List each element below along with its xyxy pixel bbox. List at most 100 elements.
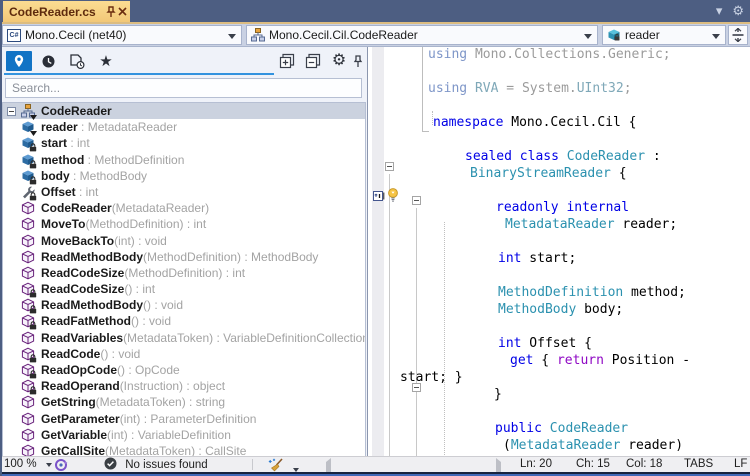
location-tab-button[interactable] — [6, 51, 32, 71]
code-line — [372, 233, 724, 250]
member-item-label: ReadOperand(Instruction) : object — [41, 378, 225, 394]
field-icon — [21, 120, 35, 134]
member-list-item[interactable]: ReadVariables(MetadataToken) : VariableD… — [3, 330, 365, 346]
zoom-control[interactable]: 100 % — [4, 457, 52, 472]
member-item-label: GetCallSite(MetadataToken) : CallSite — [41, 443, 246, 457]
member-list-item[interactable]: Offset : int — [3, 184, 365, 200]
window-menu-chevron-icon[interactable]: ▾ — [716, 0, 723, 22]
code-suggestions-icon[interactable] — [54, 458, 68, 473]
member-item-label: ReadCodeSize() : int — [41, 281, 155, 297]
member-list-item[interactable]: MoveTo(MethodDefinition) : int — [3, 216, 365, 232]
member-list-item[interactable]: start : int — [3, 135, 365, 151]
member-dropdown[interactable]: reader — [602, 25, 726, 45]
code-line: (MetadataReader reader) — [372, 437, 724, 454]
code-fold-collapse-box[interactable] — [385, 162, 394, 171]
gear-icon: ⚙ — [332, 53, 346, 69]
member-list-item[interactable]: CodeReader(MetadataReader) — [3, 200, 365, 216]
member-list-item[interactable]: GetParameter(int) : ParameterDefinition — [3, 411, 365, 427]
expand-all-button[interactable] — [276, 51, 298, 71]
pin-tab-icon[interactable] — [106, 5, 116, 19]
recent-files-tab-button[interactable] — [64, 51, 90, 71]
code-line: MethodBody body; — [372, 301, 724, 318]
member-list-item[interactable]: ReadCode() : void — [3, 346, 365, 362]
inheritance-margin-icon[interactable] — [373, 189, 385, 208]
check-circle-icon — [104, 457, 117, 470]
member-list-item[interactable]: ReadCodeSize(MethodDefinition) : int — [3, 265, 365, 281]
status-tabs-mode: TABS — [684, 457, 713, 472]
issues-indicator[interactable]: No issues found — [104, 457, 208, 472]
tree-collapse-expander[interactable] — [7, 107, 16, 116]
code-line: } — [372, 386, 724, 403]
zoom-level: 100 % — [4, 458, 37, 470]
project-dropdown[interactable]: C# Mono.Cecil (net40) — [2, 25, 242, 45]
member-item-label: start : int — [41, 135, 90, 151]
expand-all-icon — [279, 53, 295, 69]
search-input[interactable] — [5, 78, 362, 98]
code-line: using RVA = System.UInt32; — [372, 80, 724, 97]
window-settings-gear-icon[interactable]: ⚙ — [732, 0, 744, 22]
status-eol-mode: LF — [734, 457, 747, 472]
member-list-item[interactable]: GetCallSite(MetadataToken) : CallSite — [3, 443, 365, 457]
csharp-project-icon: C# — [7, 29, 21, 42]
status-char-number: Ch: 15 — [576, 457, 610, 472]
member-list-item[interactable]: ReadFatMethod() : void — [3, 313, 365, 329]
field-icon — [21, 136, 35, 150]
member-list-item[interactable]: GetString(MetadataToken) : string — [3, 394, 365, 410]
collapse-all-button[interactable] — [302, 51, 324, 71]
code-fold-collapse-box[interactable] — [412, 196, 421, 205]
member-item-label: CodeReader(MetadataReader) — [41, 200, 209, 216]
code-line: MethodDefinition method; — [372, 284, 724, 301]
code-line — [372, 131, 724, 148]
method-icon — [21, 217, 35, 231]
member-list-item[interactable]: body : MethodBody — [3, 168, 365, 184]
quick-actions-lightbulb-icon[interactable] — [386, 187, 400, 208]
split-editor-button[interactable] — [728, 25, 748, 45]
document-tab[interactable]: CodeReader.cs — [3, 1, 130, 22]
member-list-item[interactable]: MoveBackTo(int) : void — [3, 233, 365, 249]
code-editor[interactable]: using Mono.Collections.Generic;using RVA… — [372, 47, 736, 457]
panel-toolbar: ★ ⚙ — [0, 49, 367, 75]
member-list-item[interactable]: ReadMethodBody() : void — [3, 297, 365, 313]
panel-settings-button[interactable]: ⚙ — [328, 51, 350, 71]
member-item-label: ReadCodeSize(MethodDefinition) : int — [41, 265, 245, 281]
history-tab-button[interactable] — [36, 51, 60, 71]
member-list-item[interactable]: CodeReader — [3, 103, 365, 119]
zoom-dropdown-arrow-icon — [46, 463, 52, 467]
editor-status-bar: 100 % No issues found Ln: 20 Ch: 15 Col:… — [0, 456, 750, 472]
member-dropdown-value: reader — [625, 28, 660, 42]
code-fold-collapse-box[interactable] — [412, 383, 421, 392]
member-item-label: ReadFatMethod() : void — [41, 313, 171, 329]
member-item-label: ReadOpCode() : OpCode — [41, 362, 180, 378]
member-item-label: ReadVariables(MetadataToken) : VariableD… — [41, 330, 366, 346]
type-dropdown[interactable]: Mono.Cecil.Cil.CodeReader — [246, 25, 598, 45]
method-icon — [21, 412, 35, 426]
code-line: get { return Position - — [372, 352, 724, 369]
member-list-item[interactable]: ReadOpCode() : OpCode — [3, 362, 365, 378]
member-list-item[interactable]: GetVariable(int) : VariableDefinition — [3, 427, 365, 443]
member-item-label: Offset : int — [41, 184, 98, 200]
main-content: ★ ⚙ CodeReaderreader : Metadata — [0, 46, 750, 456]
code-line: MetadataReader reader; — [372, 216, 724, 233]
property-icon — [21, 185, 35, 199]
pin-panel-button[interactable] — [350, 51, 366, 71]
code-cleanup-button[interactable] — [268, 458, 299, 473]
dropdown-arrow-icon — [584, 34, 592, 39]
code-line: namespace Mono.Cecil.Cil { — [372, 114, 724, 131]
type-dropdown-value: Mono.Cecil.Cil.CodeReader — [269, 28, 418, 42]
code-cleanup-broom-icon — [268, 458, 285, 472]
member-list-item[interactable]: ReadCodeSize() : int — [3, 281, 365, 297]
close-tab-icon[interactable] — [118, 5, 127, 19]
member-item-label: ReadCode() : void — [41, 346, 140, 362]
dropdown-arrow-icon — [228, 34, 236, 39]
dropdown-arrow-icon — [712, 34, 720, 39]
member-list-item[interactable]: method : MethodDefinition — [3, 152, 365, 168]
member-list-item[interactable]: reader : MetadataReader — [3, 119, 365, 135]
member-item-label: method : MethodDefinition — [41, 152, 184, 168]
status-line-number: Ln: 20 — [520, 457, 552, 472]
member-item-label: CodeReader — [41, 103, 112, 119]
favorites-tab-button[interactable]: ★ — [94, 51, 118, 71]
method-icon — [21, 347, 35, 361]
method-icon — [21, 395, 35, 409]
member-list-item[interactable]: ReadOperand(Instruction) : object — [3, 378, 365, 394]
member-list-item[interactable]: ReadMethodBody(MethodDefinition) : Metho… — [3, 249, 365, 265]
